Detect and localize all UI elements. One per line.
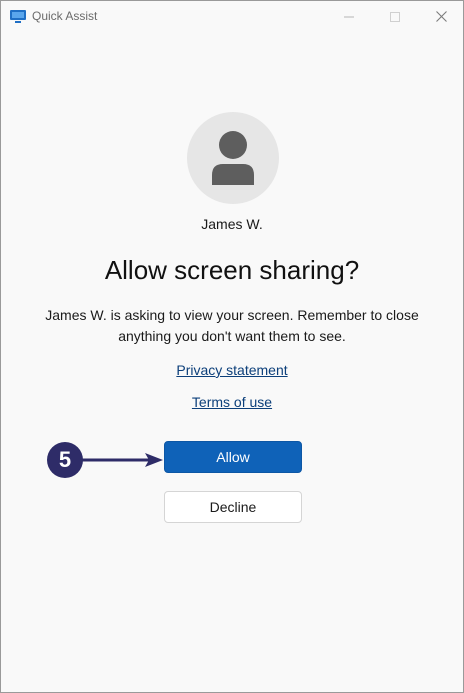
permission-message: James W. is asking to view your screen. … xyxy=(45,307,419,344)
page-title: Allow screen sharing? xyxy=(104,255,360,285)
window-title: Quick Assist xyxy=(32,9,98,23)
terms-of-use-link-row: Terms of use xyxy=(1,394,463,410)
person-icon xyxy=(212,131,254,185)
step-number-badge: 5 xyxy=(47,442,83,478)
maximize-button[interactable] xyxy=(372,1,418,32)
allow-button[interactable]: Allow xyxy=(164,441,302,473)
title-bar[interactable]: Quick Assist xyxy=(1,1,463,32)
minimize-button[interactable] xyxy=(326,1,372,32)
user-name: James W. xyxy=(201,216,263,232)
avatar xyxy=(187,112,279,204)
close-icon xyxy=(435,11,447,22)
privacy-statement-link[interactable]: Privacy statement xyxy=(176,362,287,378)
quick-assist-monitor-icon xyxy=(10,10,26,24)
quick-assist-window: Quick Assist James W. Allow screen shari… xyxy=(0,0,464,693)
minimize-icon xyxy=(344,16,354,17)
privacy-statement-link-row: Privacy statement xyxy=(1,362,463,378)
decline-button[interactable]: Decline xyxy=(164,491,302,523)
pointer-arrow-icon xyxy=(81,453,163,467)
close-button[interactable] xyxy=(418,1,463,32)
maximize-icon xyxy=(390,11,400,22)
terms-of-use-link[interactable]: Terms of use xyxy=(192,394,272,410)
